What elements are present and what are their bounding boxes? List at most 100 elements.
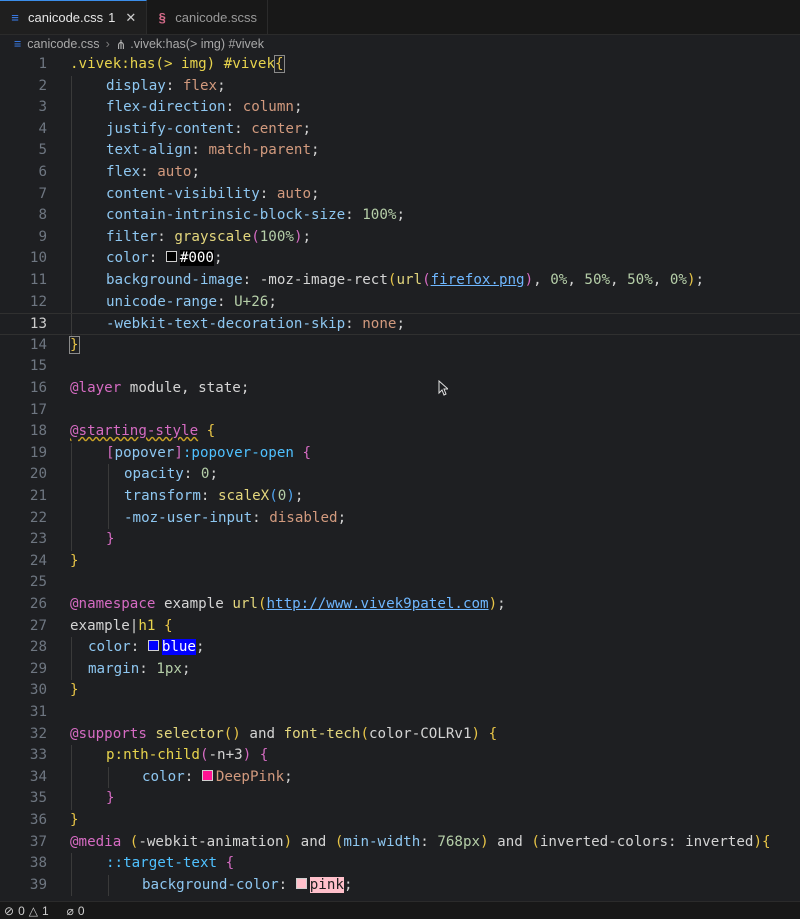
tab-canicode-css[interactable]: ≡ canicode.css 1 ✕	[0, 0, 148, 34]
line-number: 15	[29, 358, 47, 375]
color-swatch[interactable]	[147, 640, 159, 652]
line-number: 18	[29, 423, 47, 440]
line-number: 11	[29, 272, 47, 288]
layer-names: module, state	[129, 380, 241, 396]
breadcrumb-symbol[interactable]: .vivek:has(> img) #vivek	[130, 37, 264, 51]
code-line: 37 @media (-webkit-animation) and (min-wi…	[0, 832, 800, 854]
value: disabled	[269, 509, 338, 526]
property: color	[142, 768, 185, 785]
code-line: 19 [popover]:popover-open {	[0, 442, 800, 465]
value: 0%	[669, 272, 687, 288]
code-line: 5 text-align: match-parent;	[0, 140, 800, 162]
property: filter	[106, 228, 158, 245]
value: 50%	[627, 272, 653, 288]
function: scaleX	[217, 488, 270, 504]
line-number: 14	[29, 336, 47, 353]
keyword: and	[249, 725, 276, 742]
code-line: 23}	[0, 529, 800, 551]
code-line: 1 .vivek:has(> img) #vivek{	[0, 54, 800, 76]
breadcrumb-file[interactable]: canicode.css	[27, 37, 99, 51]
line-number: 5	[38, 142, 47, 159]
code-line: 17	[0, 400, 800, 422]
value: inverted	[685, 833, 754, 850]
function: -moz-image-rect	[259, 272, 388, 288]
line-number: 23	[29, 531, 47, 548]
code-line: 18 @starting-style {	[0, 421, 800, 443]
line-number: 31	[29, 704, 47, 720]
code-line: 21 transform: scaleX(0);	[0, 486, 800, 508]
tab-label: canicode.css	[28, 10, 104, 25]
line-number: 6	[38, 164, 47, 180]
value: flex	[182, 77, 218, 94]
code-line: 28 color: blue;	[0, 637, 800, 659]
line-number: 2	[38, 77, 47, 94]
error-count[interactable]: 0	[18, 904, 25, 918]
media-feature: -webkit-animation	[138, 833, 284, 850]
code-line: 31	[0, 702, 800, 724]
tab-canicode-scss[interactable]: § canicode.scss	[147, 0, 268, 34]
line-number: 36	[29, 812, 47, 828]
url-link[interactable]: http://www.vivek9patel.com	[266, 596, 488, 612]
line-number: 20	[29, 466, 47, 483]
line-number: 22	[29, 509, 47, 526]
value: 0%	[550, 272, 568, 288]
code-line: 22 -moz-user-input: disabled;	[0, 507, 800, 530]
code-line: 12 unicode-range: U+26;	[0, 291, 800, 314]
css-file-icon: ≡	[11, 10, 19, 25]
color-swatch[interactable]	[165, 251, 177, 263]
line-number: 26	[29, 596, 47, 612]
line-number: 13	[29, 316, 47, 333]
error-icon[interactable]: ⊘	[4, 904, 14, 918]
value: 768px	[437, 833, 481, 850]
problem-count: 1	[108, 10, 116, 25]
property: text-align	[106, 142, 192, 159]
code-line: 34 color: DeepPink;	[0, 766, 800, 789]
close-icon[interactable]: ✕	[125, 10, 136, 26]
color-swatch[interactable]	[201, 769, 213, 781]
property: -webkit-text-decoration-skip	[106, 316, 346, 333]
code-line: 33 p:nth-child(-n+3) {	[0, 745, 800, 767]
tab-bar: ≡ canicode.css 1 ✕ § canicode.scss	[0, 0, 800, 35]
function: url	[396, 272, 423, 288]
selector: p:nth-child	[106, 747, 200, 764]
code-line: 15	[0, 356, 800, 378]
property: color	[88, 639, 131, 656]
value: auto	[157, 164, 192, 180]
scss-file-icon: §	[158, 9, 166, 25]
code-line: 30}	[0, 680, 800, 702]
code-editor[interactable]: 1 .vivek:has(> img) #vivek{ 2 display: fle…	[0, 54, 800, 901]
value: center	[251, 120, 303, 137]
ports-icon[interactable]: ⌀	[67, 904, 74, 918]
attribute-selector: popover	[114, 444, 175, 461]
css-file-icon: ≡	[14, 37, 22, 51]
namespace-prefix: example	[163, 596, 224, 612]
line-number: 38	[29, 855, 47, 872]
line-number: 8	[38, 207, 47, 224]
line-number: 9	[38, 228, 47, 245]
warning-icon[interactable]: △	[29, 904, 38, 918]
code-line: 14}	[0, 335, 800, 357]
property: unicode-range	[106, 293, 218, 310]
code-line: 3 flex-direction: column;	[0, 97, 800, 119]
value: column	[242, 99, 294, 116]
code-line: 6 flex: auto;	[0, 162, 800, 184]
line-number: 19	[29, 444, 47, 461]
line-number: 33	[29, 747, 47, 764]
code-line: 29 margin: 1px;	[0, 658, 800, 681]
warning-count[interactable]: 1	[42, 904, 49, 918]
at-rule: @media	[70, 833, 122, 850]
ports-count[interactable]: 0	[78, 904, 85, 918]
color-value: DeepPink	[215, 768, 285, 785]
at-rule: @starting-style	[70, 423, 199, 440]
line-number: 37	[29, 833, 47, 850]
line-number: 29	[29, 660, 47, 677]
selector: h1	[138, 617, 156, 634]
argument: color-COLRv1	[369, 725, 472, 742]
line-number: 4	[38, 120, 47, 137]
value: 100%	[362, 207, 397, 224]
color-swatch[interactable]	[295, 877, 307, 889]
line-number: 21	[29, 488, 47, 504]
file-link[interactable]: firefox.png	[431, 272, 525, 288]
function: font-tech	[283, 725, 361, 742]
line-number: 7	[38, 185, 47, 202]
